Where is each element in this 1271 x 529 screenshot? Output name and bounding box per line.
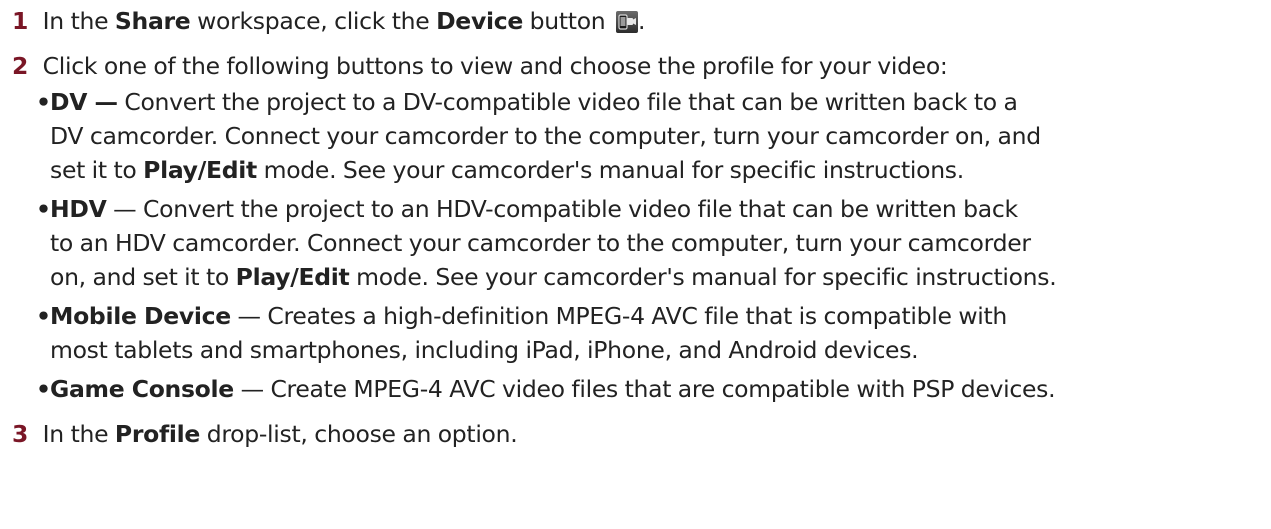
profile-term: Profile <box>114 420 201 448</box>
bullet-text: on, and set it to <box>50 263 236 291</box>
step-2: 2 Click one of the following buttons to … <box>12 49 948 83</box>
bullet-dot: • <box>36 375 51 403</box>
document-body: 1 In the Share workspace, click the Devi… <box>0 0 1271 529</box>
bullet-term: HDV <box>50 195 107 223</box>
step-text: In the <box>42 7 115 35</box>
bullet-term: Mobile Device <box>50 302 231 330</box>
bullet-text: most tablets and smartphones, including … <box>50 336 919 364</box>
bullet-hdv: •HDV — Convert the project to an HDV-com… <box>36 192 1266 294</box>
bullet-game-console: •Game Console — Create MPEG-4 AVC video … <box>36 372 1266 406</box>
bullet-text: — Create MPEG-4 AVC video files that are… <box>233 375 1056 403</box>
bullet-dv: •DV — Convert the project to a DV-compat… <box>36 85 1266 187</box>
bullet-dot: • <box>36 302 51 330</box>
bullet-dot: • <box>36 88 51 116</box>
step-number: 2 <box>12 52 29 80</box>
bullet-term: DV — <box>50 88 118 116</box>
bullet-text: set it to <box>50 156 144 184</box>
bullet-text: — Convert the project to an HDV-compatib… <box>106 195 1018 223</box>
play-edit-term: Play/Edit <box>235 263 350 291</box>
bullet-text: — Creates a high-definition MPEG-4 AVC f… <box>230 302 1008 330</box>
device-button-icon <box>616 8 639 33</box>
step-3: 3 In the Profile drop-list, choose an op… <box>12 417 518 451</box>
step-text: In the <box>42 420 115 448</box>
bullet-term: Game Console <box>50 375 234 403</box>
step-text: Click one of the following buttons to vi… <box>42 52 948 80</box>
device-term: Device <box>436 7 523 35</box>
bullet-text: mode. See your camcorder's manual for sp… <box>256 156 965 184</box>
step-1: 1 In the Share workspace, click the Devi… <box>12 4 646 38</box>
step-number: 1 <box>12 7 29 35</box>
bullet-text: DV camcorder. Connect your camcorder to … <box>50 122 1041 150</box>
bullet-text: mode. See your camcorder's manual for sp… <box>349 263 1057 291</box>
bullet-dot: • <box>36 195 51 223</box>
step-number: 3 <box>12 420 29 448</box>
step-text: workspace, click the <box>190 7 437 35</box>
share-workspace-term: Share <box>114 7 191 35</box>
bullet-mobile-device: •Mobile Device — Creates a high-definiti… <box>36 299 1266 367</box>
step-text: drop-list, choose an option. <box>200 420 518 448</box>
bullet-text: Convert the project to a DV-compatible v… <box>117 88 1018 116</box>
step-text: button <box>522 7 613 35</box>
play-edit-term: Play/Edit <box>143 156 257 184</box>
bullet-text: to an HDV camcorder. Connect your camcor… <box>50 229 1031 257</box>
step-text: . <box>638 7 646 35</box>
